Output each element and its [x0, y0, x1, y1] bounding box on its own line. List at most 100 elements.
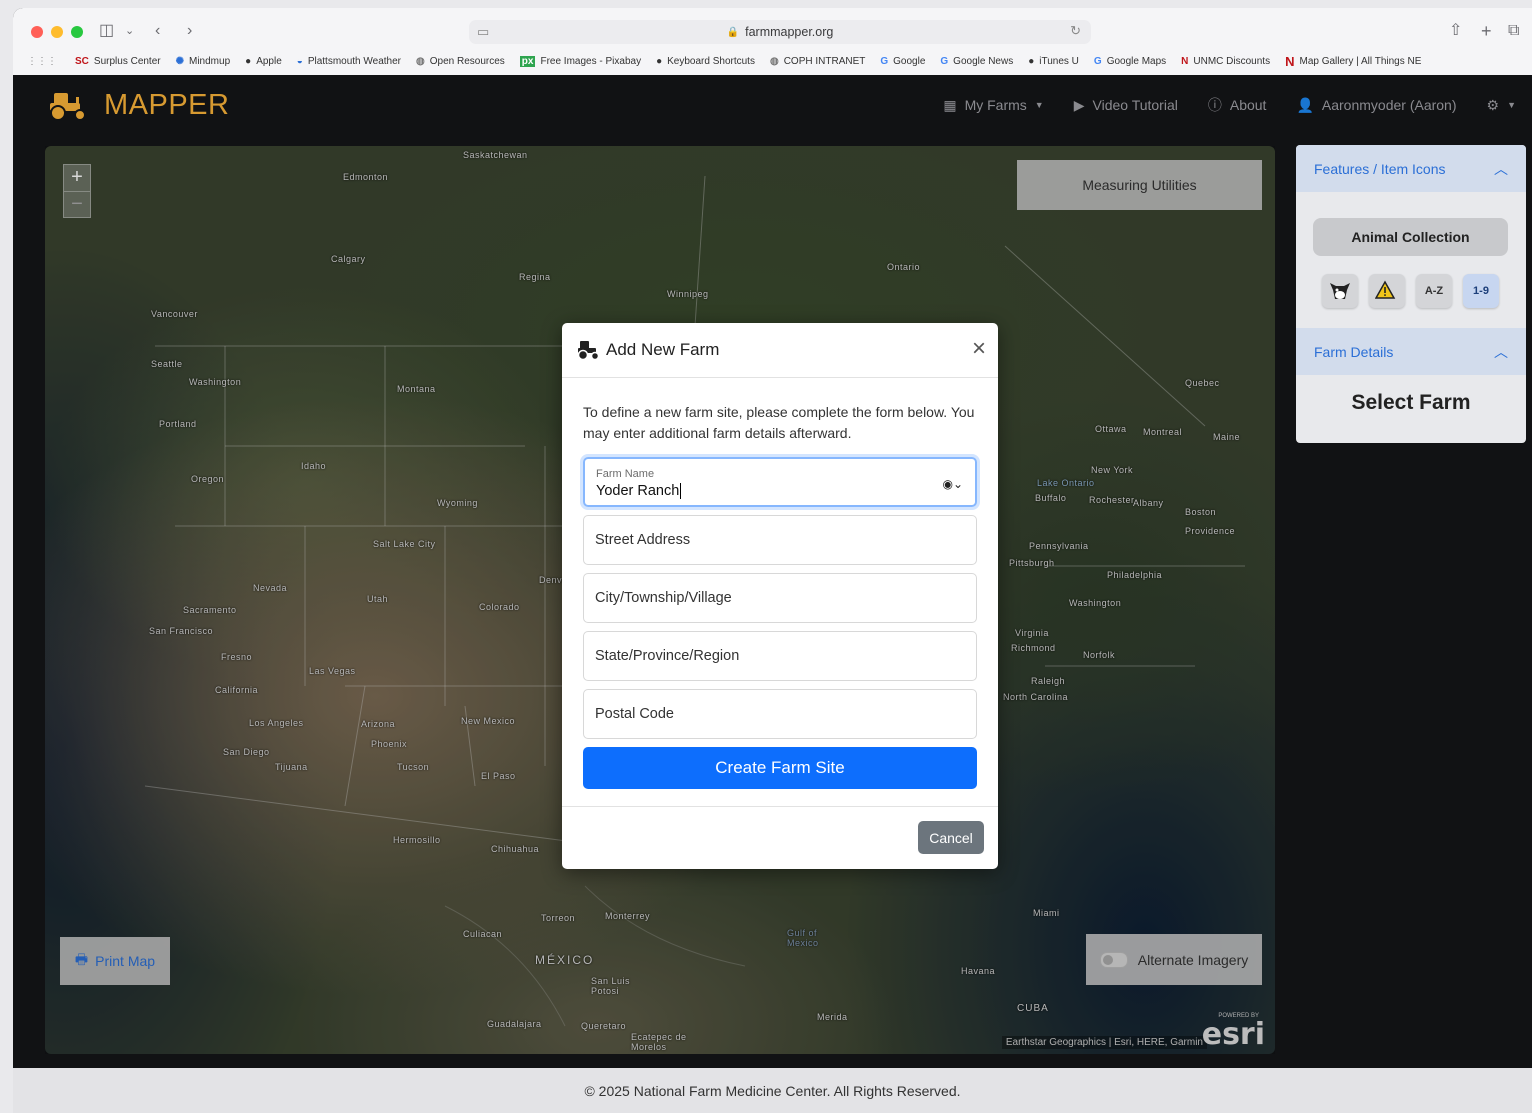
bookmark-label: Map Gallery | All Things NE [1299, 55, 1422, 67]
reload-icon[interactable]: ↻ [1070, 23, 1081, 39]
bookmark-open-resources[interactable]: ◍ Open Resources [416, 56, 505, 67]
bookmark-map-gallery[interactable]: N Map Gallery | All Things NE [1285, 54, 1421, 69]
postal-code-placeholder: Postal Code [595, 706, 674, 722]
city-field[interactable]: City/Township/Village [583, 573, 977, 623]
text-cursor [680, 483, 682, 499]
nav-video-tutorial[interactable]: ▶ Video Tutorial [1074, 97, 1178, 114]
google-icon: G [880, 55, 889, 67]
forward-icon[interactable]: › [187, 21, 192, 41]
bookmarks-bar: ⋮⋮⋮ SC Surplus Center ✺ Mindmup ● Apple ◒ Pl… [27, 52, 1436, 70]
farm-details-header-label: Farm Details [1314, 343, 1394, 360]
nav-label: About [1229, 97, 1267, 113]
caret-down-icon: ▼ [1507, 100, 1516, 110]
autofill-contact-icon[interactable]: ◉⌄ [942, 477, 963, 491]
bookmark-coph-intranet[interactable]: ◍ COPH INTRANET [770, 56, 865, 67]
cow-icon[interactable] [1322, 274, 1358, 308]
nav-about[interactable]: ⓘ About [1208, 95, 1267, 115]
bookmark-surplus-center[interactable]: SC Surplus Center [75, 56, 161, 67]
bookmark-label: Plattsmouth Weather [307, 55, 402, 67]
bookmark-label: Open Resources [429, 55, 505, 67]
bookmark-label: Google Maps [1106, 55, 1167, 67]
modal-title: Add New Farm [606, 340, 720, 359]
farm-details-header[interactable]: Farm Details ︿ [1296, 328, 1526, 375]
video-icon: ▶ [1073, 96, 1085, 113]
tractor-icon [50, 92, 86, 121]
sort-numeric-icon[interactable]: 1-9 [1463, 274, 1499, 308]
gears-icon: ⚙ [1486, 96, 1500, 113]
unmc-icon: N [1181, 55, 1189, 67]
pixabay-icon: px [519, 55, 536, 67]
bookmark-label: COPH INTRANET [783, 55, 866, 67]
bookmark-itunes-u[interactable]: ● iTunes U [1028, 56, 1079, 67]
close-window-button[interactable] [31, 26, 43, 38]
main-nav: ▦ My Farms ▼ ▶ Video Tutorial ⓘ About 👤 Aaron… [943, 95, 1516, 115]
nav-label: Aaronmyoder (Aaron) [1321, 97, 1457, 113]
back-icon[interactable]: ‹ [155, 21, 160, 41]
app-title: MAPPER [104, 89, 230, 121]
modal-footer: Cancel [562, 806, 998, 869]
new-tab-icon[interactable]: + [1481, 21, 1492, 41]
page-settings-icon[interactable]: ▭ [477, 24, 489, 40]
farm-name-label: Farm Name [596, 468, 655, 480]
bookmark-mindmup[interactable]: ✺ Mindmup [176, 56, 231, 67]
nav-my-farms[interactable]: ▦ My Farms ▼ [943, 97, 1043, 114]
globe-icon: ◍ [416, 55, 425, 67]
google-icon: G [1093, 55, 1102, 67]
bookmark-label: Google News [953, 55, 1014, 67]
bookmark-keyboard-shortcuts[interactable]: ● Keyboard Shortcuts [656, 56, 755, 67]
modal-header: Add New Farm × [562, 323, 998, 378]
farm-name-field[interactable]: Farm Name Yoder Ranch ◉⌄ [583, 457, 977, 507]
bookmark-label: Surplus Center [93, 55, 161, 67]
mindmup-icon: ✺ [175, 55, 184, 67]
sort-alpha-icon[interactable]: A-Z [1416, 274, 1452, 308]
nav-label: Video Tutorial [1092, 97, 1178, 113]
state-field[interactable]: State/Province/Region [583, 631, 977, 681]
bookmark-label: iTunes U [1039, 55, 1079, 67]
bookmark-google-maps[interactable]: G Google Maps [1094, 56, 1166, 67]
select-farm-heading: Select Farm [1351, 391, 1471, 414]
map-icon: ▦ [943, 96, 957, 113]
farm-name-value: Yoder Ranch [596, 483, 682, 499]
animal-collection-button[interactable]: Animal Collection [1313, 218, 1508, 256]
share-icon[interactable]: ⇧ [1449, 21, 1462, 41]
user-icon: 👤 [1296, 96, 1314, 113]
bookmark-unmc-discounts[interactable]: N UNMC Discounts [1181, 56, 1270, 67]
zoom-window-button[interactable] [71, 26, 83, 38]
minimize-window-button[interactable] [51, 26, 63, 38]
apps-grid-icon[interactable]: ⋮⋮⋮ [27, 56, 57, 67]
sidebar-icon[interactable]: ◫ [99, 21, 114, 41]
window-controls [31, 26, 83, 38]
features-section: Animal Collection A-Z 1-9 [1296, 192, 1526, 328]
cancel-button[interactable]: Cancel [918, 821, 984, 854]
modal-body: To define a new farm site, please comple… [562, 378, 998, 789]
nav-user[interactable]: 👤 Aaronmyoder (Aaron) [1296, 97, 1456, 114]
app-navbar: MAPPER ▦ My Farms ▼ ▶ Video Tutorial ⓘ About… [13, 75, 1532, 138]
lock-icon: 🔒 [726, 26, 740, 38]
info-icon: ⓘ [1207, 97, 1222, 113]
apple-icon: ● [1028, 55, 1035, 67]
caret-down-icon: ▼ [1034, 100, 1044, 110]
warning-icon[interactable] [1369, 274, 1405, 308]
postal-code-field[interactable]: Postal Code [583, 689, 977, 739]
address-bar[interactable]: ▭ 🔒 farmmapper.org ↻ [469, 20, 1091, 44]
nav-settings[interactable]: ⚙ ▼ [1487, 97, 1516, 114]
bookmark-plattsmouth-weather[interactable]: ◒ Plattsmouth Weather [297, 56, 401, 67]
chevron-down-icon[interactable]: ⌄ [125, 21, 134, 41]
features-header[interactable]: Features / Item Icons ︿ [1296, 145, 1526, 192]
bookmark-google-news[interactable]: G Google News [940, 56, 1013, 67]
bookmark-pixabay[interactable]: px Free Images - Pixabay [519, 55, 641, 67]
modal-description: To define a new farm site, please comple… [583, 404, 975, 441]
bookmark-google[interactable]: G Google [880, 56, 925, 67]
globe-icon: ◍ [769, 55, 779, 67]
url-text: farmmapper.org [745, 25, 834, 39]
app-logo[interactable]: MAPPER [46, 89, 229, 122]
item-icons-row: A-Z 1-9 [1322, 274, 1499, 308]
close-icon[interactable]: × [972, 337, 986, 361]
create-farm-site-button[interactable]: Create Farm Site [583, 747, 977, 789]
google-icon: G [940, 55, 949, 67]
apple-icon: ● [245, 55, 252, 67]
street-address-field[interactable]: Street Address [583, 515, 977, 565]
bookmark-label: Mindmup [189, 55, 231, 67]
tab-overview-icon[interactable]: ⧉ [1508, 21, 1519, 41]
bookmark-apple[interactable]: ● Apple [245, 56, 282, 67]
